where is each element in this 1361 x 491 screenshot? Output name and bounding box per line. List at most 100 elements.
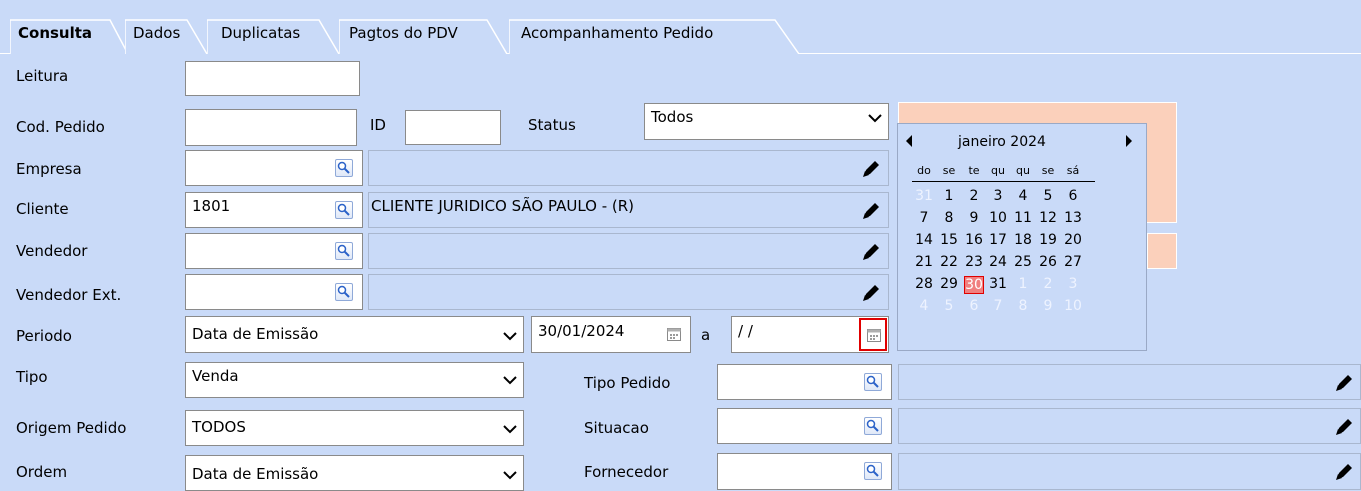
cod-pedido-input[interactable] xyxy=(185,109,357,146)
vendedor-ext-label: Vendedor Ext. xyxy=(16,286,122,304)
fornecedor-label: Fornecedor xyxy=(584,463,669,481)
id-input[interactable] xyxy=(405,110,501,145)
calendar-icon xyxy=(867,329,881,342)
calendar-day[interactable]: 15 xyxy=(939,232,959,248)
calendar-day[interactable]: 27 xyxy=(1063,254,1083,270)
calendar-day[interactable]: 20 xyxy=(1063,232,1083,248)
empresa-description xyxy=(368,150,889,186)
status-select[interactable]: Todos xyxy=(644,103,889,140)
calendar-day[interactable]: 6 xyxy=(1063,188,1083,204)
fornecedor-lookup-button[interactable] xyxy=(864,462,882,480)
calendar-day[interactable]: 17 xyxy=(988,232,1008,248)
magnifier-icon xyxy=(337,203,350,216)
calendar-day[interactable]: 5 xyxy=(1038,188,1058,204)
tab-pagtos-pdv[interactable]: Pagtos do PDV xyxy=(339,18,508,54)
empresa-edit-pencil-icon[interactable] xyxy=(860,158,882,180)
calendar-day[interactable]: 29 xyxy=(939,276,959,292)
calendar-day-outside[interactable]: 4 xyxy=(914,298,934,314)
calendar-day-outside[interactable]: 31 xyxy=(914,188,934,204)
calendar-day[interactable]: 14 xyxy=(914,232,934,248)
calendar-weekday: te xyxy=(968,164,980,177)
tab-dados[interactable]: Dados xyxy=(125,18,208,54)
calendar-day[interactable]: 9 xyxy=(964,210,984,226)
tab-label: Pagtos do PDV xyxy=(349,24,458,42)
origem-pedido-select[interactable]: TODOS xyxy=(185,410,524,446)
calendar-day[interactable]: 31 xyxy=(988,276,1008,292)
calendar-day[interactable]: 22 xyxy=(939,254,959,270)
next-month-arrow-icon[interactable] xyxy=(1124,134,1134,148)
date-from-value: 30/01/2024 xyxy=(538,322,625,340)
calendar-day-outside[interactable]: 9 xyxy=(1038,298,1058,314)
calendar-day[interactable]: 10 xyxy=(988,210,1008,226)
calendar-day-outside[interactable]: 2 xyxy=(1038,276,1058,292)
chevron-down-icon xyxy=(503,425,517,434)
calendar-day[interactable]: 25 xyxy=(1013,254,1033,270)
fornecedor-edit-pencil-icon[interactable] xyxy=(1333,461,1355,483)
ordem-select[interactable]: Data de Emissão xyxy=(185,455,524,491)
calendar-day-outside[interactable]: 5 xyxy=(939,298,959,314)
ordem-label: Ordem xyxy=(16,463,68,481)
id-label: ID xyxy=(370,116,386,134)
date-range-separator: a xyxy=(701,326,711,344)
calendar-day[interactable]: 19 xyxy=(1038,232,1058,248)
tab-consulta[interactable]: Consulta xyxy=(10,18,129,54)
calendar-day[interactable]: 28 xyxy=(914,276,934,292)
calendar-day[interactable]: 4 xyxy=(1013,188,1033,204)
calendar-day[interactable]: 21 xyxy=(914,254,934,270)
calendar-day[interactable]: 1 xyxy=(939,188,959,204)
calendar-day[interactable]: 12 xyxy=(1038,210,1058,226)
tab-label: Dados xyxy=(133,24,181,42)
calendar-day-outside[interactable]: 10 xyxy=(1063,298,1083,314)
calendar-divider xyxy=(912,181,1095,182)
tab-duplicatas[interactable]: Duplicatas xyxy=(207,18,340,54)
calendar-day[interactable]: 8 xyxy=(939,210,959,226)
situacao-lookup-button[interactable] xyxy=(864,417,882,435)
calendar-day[interactable]: 18 xyxy=(1013,232,1033,248)
tipo-value: Venda xyxy=(192,367,239,385)
calendar-icon[interactable] xyxy=(666,326,682,342)
calendar-day[interactable]: 23 xyxy=(964,254,984,270)
prev-month-arrow-icon[interactable] xyxy=(904,134,914,148)
calendar-day[interactable]: 2 xyxy=(964,188,984,204)
situacao-label: Situacao xyxy=(584,419,649,437)
calendar-day-selected[interactable]: 30 xyxy=(964,276,984,294)
tab-label: Consulta xyxy=(18,24,93,42)
tipo-select[interactable]: Venda xyxy=(185,362,524,398)
cliente-edit-pencil-icon[interactable] xyxy=(860,200,882,222)
calendar-weekday: qu xyxy=(991,164,1005,177)
tab-bar: Consulta Dados Duplicatas Pagtos do PDV … xyxy=(0,0,1361,54)
calendar-day-outside[interactable]: 3 xyxy=(1063,276,1083,292)
calendar-day-outside[interactable]: 6 xyxy=(964,298,984,314)
calendar-day[interactable]: 24 xyxy=(988,254,1008,270)
calendar-day[interactable]: 7 xyxy=(914,210,934,226)
calendar-day-outside[interactable]: 7 xyxy=(988,298,1008,314)
periodo-label: Periodo xyxy=(16,327,72,345)
date-to-calendar-button[interactable] xyxy=(859,318,887,351)
vendedor-edit-pencil-icon[interactable] xyxy=(860,241,882,263)
empresa-lookup-button[interactable] xyxy=(335,159,353,177)
tipo-pedido-edit-pencil-icon[interactable] xyxy=(1333,372,1355,394)
date-to-value: / / xyxy=(738,322,753,340)
cliente-description: CLIENTE JURIDICO SÃO PAULO - (R) xyxy=(368,192,889,228)
calendar-day[interactable]: 16 xyxy=(964,232,984,248)
vendedor-ext-edit-pencil-icon[interactable] xyxy=(860,282,882,304)
calendar-day[interactable]: 3 xyxy=(988,188,1008,204)
situacao-description xyxy=(898,408,1361,444)
tipo-pedido-description xyxy=(898,364,1361,400)
leitura-input[interactable] xyxy=(185,61,360,96)
situacao-edit-pencil-icon[interactable] xyxy=(1333,416,1355,438)
tipo-pedido-lookup-button[interactable] xyxy=(864,373,882,391)
cliente-lookup-button[interactable] xyxy=(335,201,353,219)
periodo-select[interactable]: Data de Emissão xyxy=(185,316,524,353)
magnifier-icon xyxy=(337,285,350,298)
calendar-day-outside[interactable]: 8 xyxy=(1013,298,1033,314)
calendar-day[interactable]: 11 xyxy=(1013,210,1033,226)
calendar-day-outside[interactable]: 1 xyxy=(1013,276,1033,292)
calendar-day[interactable]: 13 xyxy=(1063,210,1083,226)
vendedor-lookup-button[interactable] xyxy=(335,242,353,260)
vendedor-ext-lookup-button[interactable] xyxy=(335,283,353,301)
chevron-down-icon xyxy=(503,376,517,385)
tab-acompanhamento-pedido[interactable]: Acompanhamento Pedido xyxy=(509,18,800,54)
tipo-pedido-label: Tipo Pedido xyxy=(584,374,671,392)
calendar-day[interactable]: 26 xyxy=(1038,254,1058,270)
